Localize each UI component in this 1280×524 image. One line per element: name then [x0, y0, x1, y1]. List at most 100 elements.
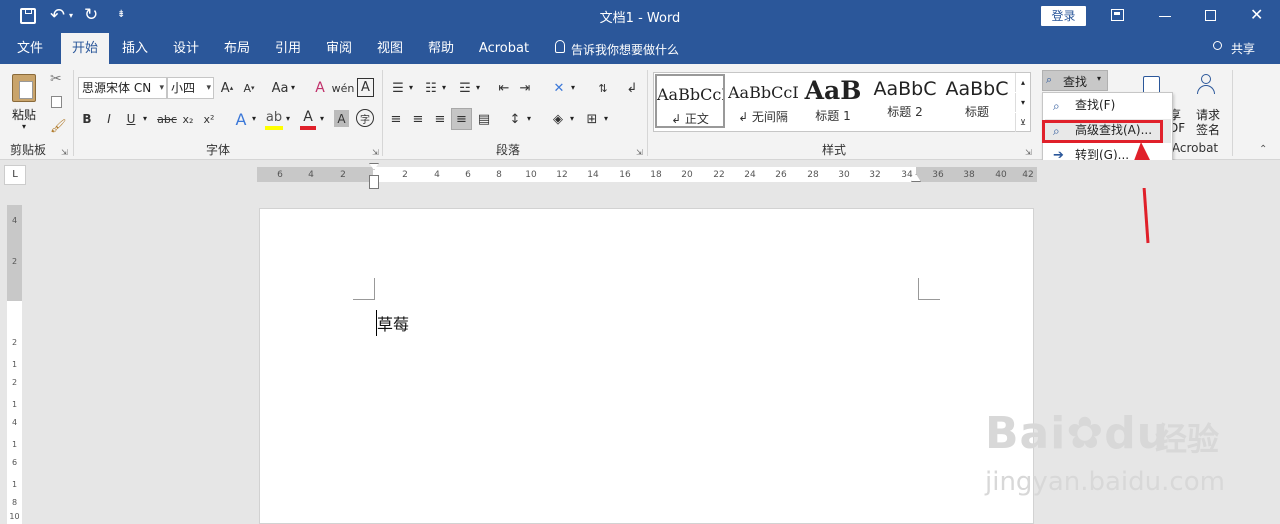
chinese-layout-dropdown-icon[interactable]: ▾ [571, 83, 575, 92]
styles-scroll-up-icon[interactable]: ▴ [1015, 73, 1030, 92]
tab-view[interactable]: 视图 [367, 33, 413, 64]
line-spacing-dropdown-icon[interactable]: ▾ [527, 114, 531, 123]
tab-references[interactable]: 引用 [265, 33, 311, 64]
close-icon[interactable]: ✕ [1250, 5, 1263, 24]
title-bar: ↶ ▾ ↻ ⇟ 文档1 - Word 登录 ✕ [0, 0, 1280, 33]
login-button[interactable]: 登录 [1041, 6, 1086, 26]
find-button[interactable]: ⌕ 查找 ▾ [1042, 70, 1108, 91]
request-signature-label-2[interactable]: 签名 [1196, 121, 1220, 138]
grow-font-button[interactable]: A ▴ [219, 78, 235, 98]
italic-button[interactable]: I [102, 109, 116, 129]
distributed-button[interactable]: ▤ [475, 109, 493, 129]
tab-file[interactable]: 文件 [6, 33, 54, 64]
format-painter-icon[interactable]: 🖌 [50, 119, 67, 134]
shrink-font-button[interactable]: A ▾ [241, 78, 257, 98]
style-normal[interactable]: AaBbCcDc ↲ 正文 [655, 74, 725, 128]
line-spacing-button[interactable]: ↕ [506, 109, 524, 129]
justify-button[interactable]: ≡ [451, 108, 472, 130]
minimize-icon[interactable] [1159, 16, 1171, 17]
multilevel-list-dropdown-icon[interactable]: ▾ [476, 83, 480, 92]
tab-insert[interactable]: 插入 [112, 33, 158, 64]
clear-formatting-button[interactable]: A [311, 78, 329, 98]
align-center-button[interactable]: ≡ [409, 109, 427, 129]
undo-icon[interactable]: ↶ [50, 5, 65, 26]
chinese-layout-button[interactable]: ✕ [550, 78, 568, 98]
highlight-dropdown-icon[interactable]: ▾ [286, 114, 290, 123]
customize-qat-icon[interactable]: ⇟ [117, 9, 125, 20]
shading-dropdown-icon[interactable]: ▾ [570, 114, 574, 123]
font-color-button[interactable]: A [300, 108, 316, 130]
tab-help[interactable]: 帮助 [418, 33, 464, 64]
borders-dropdown-icon[interactable]: ▾ [604, 114, 608, 123]
underline-dropdown-icon[interactable]: ▾ [143, 114, 147, 123]
paw-icon: ✿ [1066, 408, 1105, 459]
character-shading-button[interactable]: A [334, 110, 349, 127]
bullets-button[interactable]: ☰ [389, 78, 407, 98]
sort-button[interactable]: ⇅ [595, 78, 611, 98]
font-color-dropdown-icon[interactable]: ▾ [320, 114, 324, 123]
increase-indent-button[interactable]: ⇥ [516, 78, 534, 98]
tab-design[interactable]: 设计 [163, 33, 209, 64]
tab-acrobat[interactable]: Acrobat [472, 33, 536, 64]
superscript-button[interactable]: x² [202, 109, 216, 129]
font-name-select[interactable]: 思源宋体 CN ▾ [78, 77, 167, 99]
tab-layout[interactable]: 布局 [214, 33, 260, 64]
text-effects-button[interactable]: A [232, 108, 250, 130]
styles-group-label: 样式 [821, 143, 846, 157]
redo-icon[interactable]: ↻ [84, 5, 98, 25]
bold-button[interactable]: B [80, 109, 94, 129]
style-title[interactable]: AaBbC 标题 [942, 74, 1012, 128]
hanging-indent-marker[interactable] [369, 175, 379, 189]
highlight-button[interactable]: ab [265, 108, 283, 130]
clipboard-launcher-icon[interactable]: ⇲ [61, 148, 68, 157]
collapse-ribbon-icon[interactable]: ⌃ [1259, 144, 1267, 155]
request-signature-icon[interactable] [1196, 74, 1218, 98]
tab-review[interactable]: 审阅 [316, 33, 362, 64]
restore-icon[interactable] [1205, 10, 1216, 21]
paste-label[interactable]: 粘贴 [12, 106, 36, 123]
ribbon-display-options-icon[interactable] [1111, 9, 1124, 21]
paste-dropdown-icon[interactable]: ▾ [22, 122, 26, 131]
save-icon[interactable] [20, 8, 36, 24]
menu-item-find[interactable]: ⌕ 查找(F) [1045, 94, 1171, 118]
share-button[interactable]: 共享 [1231, 40, 1255, 57]
paste-icon[interactable] [12, 74, 36, 102]
change-case-dropdown-icon[interactable]: ▾ [291, 83, 295, 92]
styles-launcher-icon[interactable]: ⇲ [1025, 148, 1032, 157]
styles-scroll-down-icon[interactable]: ▾ [1015, 93, 1030, 112]
underline-button[interactable]: U [124, 109, 138, 129]
enclose-characters-button[interactable]: 字 [356, 109, 374, 127]
document-text[interactable]: 草莓 [377, 311, 409, 335]
margin-mark-top-right [918, 278, 940, 300]
font-launcher-icon[interactable]: ⇲ [372, 148, 379, 157]
undo-dropdown-icon[interactable]: ▾ [69, 11, 73, 20]
multilevel-list-button[interactable]: ☲ [456, 78, 474, 98]
style-no-spacing[interactable]: AaBbCcDc ↲ 无间隔 [728, 74, 798, 128]
numbering-button[interactable]: ☷ [422, 78, 440, 98]
subscript-button[interactable]: x₂ [181, 109, 195, 129]
document-page[interactable] [259, 208, 1034, 524]
numbering-dropdown-icon[interactable]: ▾ [442, 83, 446, 92]
decrease-indent-button[interactable]: ⇤ [495, 78, 513, 98]
character-border-button[interactable]: A [357, 78, 374, 97]
style-heading-1[interactable]: AaB 标题 1 [798, 74, 868, 128]
shading-button[interactable]: ◈ [549, 109, 567, 129]
cut-icon[interactable]: ✂ [50, 71, 62, 87]
copy-icon[interactable] [51, 96, 62, 108]
font-size-select[interactable]: 小四 ▾ [167, 77, 214, 99]
borders-button[interactable]: ⊞ [583, 109, 601, 129]
bullets-dropdown-icon[interactable]: ▾ [409, 83, 413, 92]
strikethrough-button[interactable]: abc [155, 109, 179, 129]
styles-more-icon[interactable]: ⊻ [1015, 113, 1030, 132]
change-case-button[interactable]: Aa [269, 78, 291, 98]
phonetic-guide-button[interactable]: wén [332, 77, 355, 99]
text-effects-dropdown-icon[interactable]: ▾ [252, 114, 256, 123]
show-formatting-button[interactable]: ↲ [624, 78, 640, 98]
paragraph-launcher-icon[interactable]: ⇲ [636, 148, 643, 157]
align-right-button[interactable]: ≡ [431, 109, 449, 129]
style-heading-2[interactable]: AaBbC 标题 2 [870, 74, 940, 128]
tab-selector-icon[interactable]: L [4, 165, 26, 185]
tab-home[interactable]: 开始 [61, 33, 109, 64]
align-left-button[interactable]: ≡ [387, 109, 405, 129]
tell-me-box[interactable]: 告诉我你想要做什么 [571, 41, 679, 58]
